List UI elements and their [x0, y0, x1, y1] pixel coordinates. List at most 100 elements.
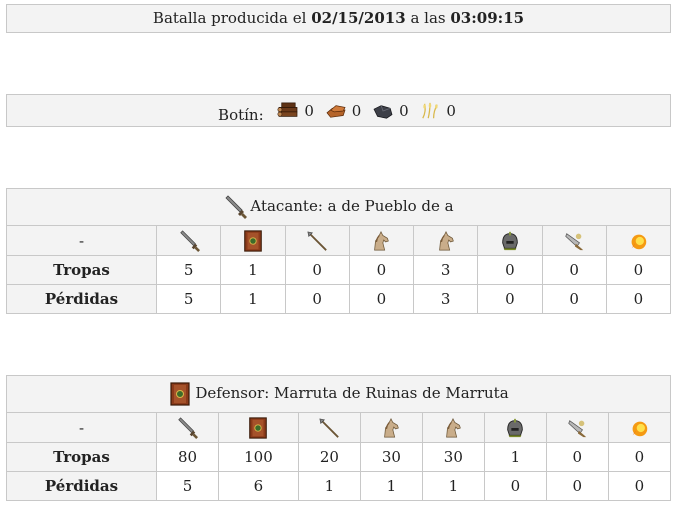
loss-value: 0: [477, 284, 543, 314]
troop-value: 0: [607, 442, 672, 472]
clay-icon: [325, 102, 347, 120]
horse-icon: [442, 417, 464, 439]
loss-value: 0: [348, 284, 415, 314]
row-label: Tropas: [6, 255, 157, 285]
shield-icon: [168, 382, 192, 406]
loss-value: 0: [545, 471, 609, 501]
unit-col-5: [421, 412, 485, 443]
loss-value: 6: [217, 471, 299, 501]
unit-col-1: [156, 412, 219, 443]
troop-value: 80: [156, 442, 219, 472]
unit-col-4: [348, 225, 415, 256]
loot-crop-value: 0: [446, 102, 456, 120]
loss-value: 3: [412, 284, 479, 314]
attacker-dash: -: [6, 225, 157, 256]
loot-wood: 0: [277, 95, 314, 127]
spear-icon: [306, 230, 328, 252]
defender-losses-row: Pérdidas 5 6 1 1 1 0 0 0: [6, 471, 672, 501]
troop-value: 0: [348, 255, 415, 285]
attacker-losses-row: Pérdidas 5 1 0 0 3 0 0 0: [6, 284, 672, 314]
iron-icon: [372, 102, 394, 120]
battle-date: 02/15/2013: [311, 9, 406, 27]
unit-col-2: [220, 225, 286, 256]
loss-value: 1: [421, 471, 485, 501]
troop-value: 3: [412, 255, 479, 285]
loss-value: 0: [483, 471, 547, 501]
unit-col-6: [483, 412, 547, 443]
troop-value: 0: [545, 442, 609, 472]
unit-col-8: [607, 412, 672, 443]
defender-dash: -: [6, 412, 157, 443]
wood-icon: [277, 102, 299, 120]
attacker-title-cell: Atacante: a de Pueblo de a: [6, 188, 671, 226]
shield-icon: [247, 417, 269, 439]
unit-col-7: [545, 412, 609, 443]
loss-value: 0: [284, 284, 350, 314]
header-prefix: Batalla producida el: [152, 9, 307, 27]
defender-table: Defensor: Marruta de Ruinas de Marruta -…: [6, 375, 672, 501]
loot-label: Botín:: [218, 106, 264, 124]
troop-value: 0: [605, 255, 672, 285]
attacker-title: Atacante: a de Pueblo de a: [250, 197, 454, 215]
loss-value: 0: [541, 284, 607, 314]
troop-value: 0: [284, 255, 350, 285]
troop-value: 0: [477, 255, 543, 285]
unit-col-7: [541, 225, 607, 256]
helmet-icon: [499, 230, 521, 252]
loss-value: 0: [607, 471, 672, 501]
loot-iron: 0: [372, 95, 409, 127]
unit-col-5: [412, 225, 479, 256]
horse-icon: [435, 230, 457, 252]
horse-icon: [370, 230, 392, 252]
troop-value: 30: [359, 442, 423, 472]
crop-icon: [419, 102, 441, 120]
unit-col-6: [477, 225, 543, 256]
unit-col-3: [284, 225, 350, 256]
defender-title: Defensor: Marruta de Ruinas de Marruta: [195, 384, 509, 402]
loss-value: 1: [220, 284, 286, 314]
loss-value: 1: [359, 471, 423, 501]
battle-time: 03:09:15: [450, 9, 525, 27]
unit-col-3: [297, 412, 361, 443]
unit-col-4: [359, 412, 423, 443]
troop-value: 5: [155, 255, 222, 285]
unit-col-1: [155, 225, 222, 256]
troop-value: 1: [483, 442, 547, 472]
troop-value: 20: [297, 442, 361, 472]
row-label: Tropas: [6, 442, 157, 472]
troop-value: 30: [421, 442, 485, 472]
loss-value: 1: [297, 471, 361, 501]
fireball-icon: [628, 417, 650, 439]
loss-value: 5: [155, 284, 222, 314]
troop-value: 0: [541, 255, 607, 285]
catapult-icon: [563, 230, 585, 252]
loss-value: 0: [605, 284, 672, 314]
loot-crop: 0: [419, 95, 456, 127]
loot-bar: Botín: 0 0 0 0: [6, 94, 671, 127]
defender-troops-row: Tropas 80 100 20 30 30 1 0 0: [6, 442, 672, 472]
loot-clay-value: 0: [351, 102, 362, 120]
defender-title-cell: Defensor: Marruta de Ruinas de Marruta: [6, 375, 671, 413]
attacker-troops-row: Tropas 5 1 0 0 3 0 0 0: [6, 255, 672, 285]
unit-col-2: [217, 412, 299, 443]
troop-value: 100: [217, 442, 299, 472]
header-mid: a las: [410, 9, 446, 27]
loot-iron-value: 0: [399, 102, 409, 120]
attacker-table: Atacante: a de Pueblo de a - Tropas 5 1 …: [6, 188, 672, 314]
row-label: Pérdidas: [6, 471, 157, 501]
helmet-icon: [504, 417, 526, 439]
fireball-icon: [627, 230, 649, 252]
shield-icon: [242, 230, 264, 252]
loss-value: 5: [156, 471, 219, 501]
catapult-icon: [566, 417, 588, 439]
sword-icon: [223, 195, 247, 219]
unit-col-8: [605, 225, 672, 256]
troop-value: 1: [220, 255, 286, 285]
loot-clay: 0: [325, 95, 362, 127]
loot-wood-value: 0: [304, 102, 314, 120]
battle-header: Batalla producida el 02/15/2013 a las 03…: [6, 4, 671, 33]
horse-icon: [380, 417, 402, 439]
spear-icon: [318, 417, 340, 439]
row-label: Pérdidas: [6, 284, 157, 314]
sword-icon: [178, 230, 200, 252]
